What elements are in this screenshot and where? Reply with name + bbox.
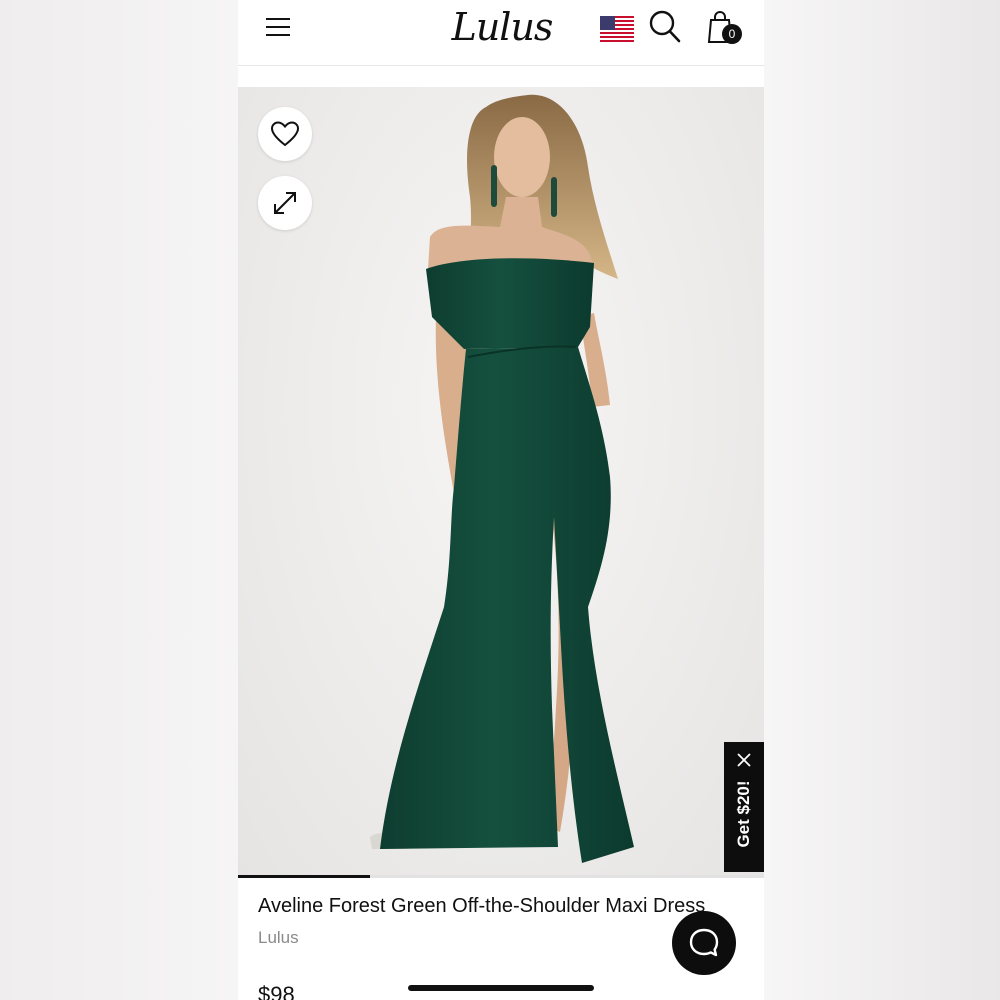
carousel-progress-bar (238, 875, 764, 878)
promo-tab[interactable]: Get $20! (724, 742, 764, 872)
background-right (764, 0, 1000, 1000)
favorite-button[interactable] (258, 107, 312, 161)
product-brand[interactable]: Lulus (258, 928, 299, 948)
background-left (0, 0, 238, 1000)
lulus-logo[interactable]: Lulus (450, 2, 554, 52)
site-header: Lulus 0 (238, 0, 764, 66)
search-icon[interactable] (648, 9, 682, 45)
us-flag-icon[interactable] (600, 16, 634, 42)
product-title: Aveline Forest Green Off-the-Shoulder Ma… (258, 895, 706, 917)
product-price: $98 (258, 982, 295, 1000)
hamburger-menu-icon[interactable] (264, 14, 292, 38)
chat-bubble-icon (689, 928, 719, 957)
heart-icon (270, 121, 300, 147)
phone-screen: Lulus 0 Get $20! Aveline Forest Green Of… (238, 0, 764, 1000)
carousel-progress-fill (238, 875, 370, 878)
chat-button[interactable] (672, 911, 736, 975)
expand-icon (274, 192, 296, 214)
home-indicator[interactable] (408, 985, 594, 991)
promo-label[interactable]: Get $20! (734, 780, 754, 847)
cart-count-badge: 0 (722, 24, 742, 44)
expand-image-button[interactable] (258, 176, 312, 230)
close-icon[interactable] (736, 752, 752, 768)
product-image-carousel[interactable]: Get $20! (238, 87, 764, 875)
product-photo (370, 94, 634, 863)
